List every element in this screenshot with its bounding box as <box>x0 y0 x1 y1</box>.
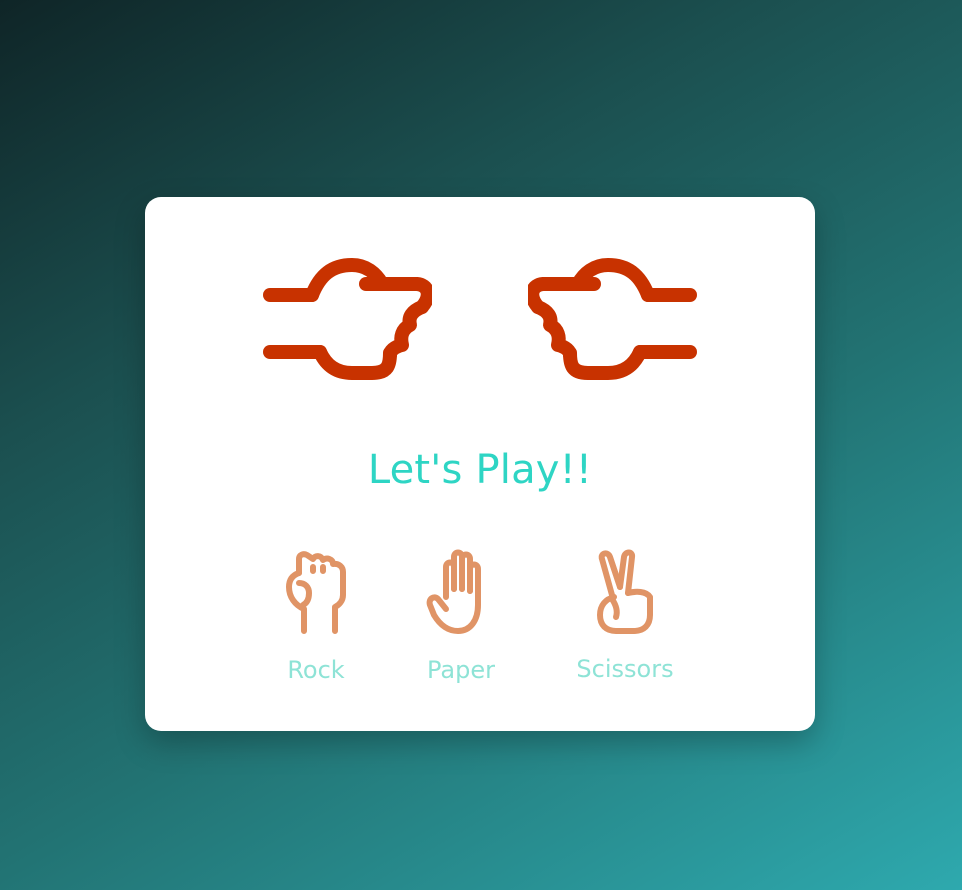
scissors-label: Scissors <box>576 655 674 683</box>
paper-button[interactable]: Paper <box>401 549 521 699</box>
rock-button[interactable]: Rock <box>256 549 376 699</box>
scissors-button[interactable]: Scissors <box>565 549 685 699</box>
computer-fist-icon <box>528 255 698 385</box>
paper-hand-icon <box>426 549 496 639</box>
game-card: Let's Play!! Rock Paper Scissors <box>145 197 815 731</box>
rock-hand-icon <box>281 549 351 639</box>
paper-label: Paper <box>427 656 495 684</box>
hands-display <box>145 197 815 397</box>
scissors-hand-icon <box>590 549 660 639</box>
player-fist-icon <box>262 255 432 385</box>
status-message: Let's Play!! <box>367 447 593 493</box>
rock-label: Rock <box>287 656 345 684</box>
